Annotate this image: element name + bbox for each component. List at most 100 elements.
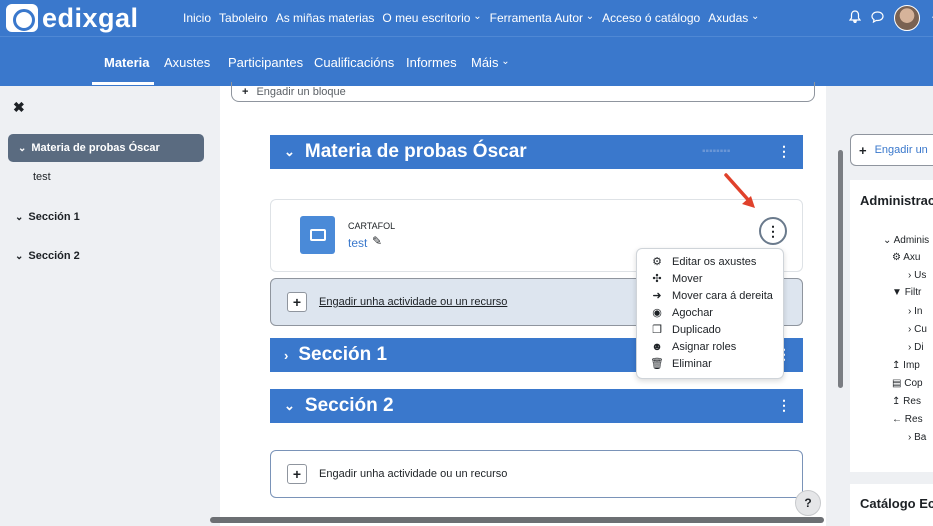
admin-block-title: Administrac — [860, 193, 933, 208]
add-block-button[interactable]: + Engadir un bloque — [231, 82, 815, 102]
chevron-right-icon[interactable]: › — [284, 348, 288, 363]
activity-actions-kebab-button[interactable]: ⋮ — [759, 217, 787, 245]
vertical-scrollbar[interactable] — [838, 150, 843, 388]
tab-cualificacions[interactable]: Cualificacións — [314, 55, 394, 70]
catalog-block-title: Catálogo Ec — [860, 496, 933, 511]
chevron-down-icon[interactable]: ⌄ — [284, 398, 295, 414]
menu-item-assign-roles[interactable]: ☻ Asignar roles — [637, 338, 785, 355]
edit-title-pencil-icon[interactable]: ✎ — [372, 234, 382, 248]
logo-mark-icon — [6, 4, 38, 32]
menu-item-label: Mover — [672, 272, 703, 285]
drawer-item-seccion-1[interactable]: ⌄ Sección 1 — [15, 211, 80, 223]
plus-icon: + — [242, 85, 249, 98]
activity-actions-menu: ⚙ Editar os axustes ✣ Mover ➜ Mover cara… — [636, 248, 784, 379]
section-title: Sección 2 — [304, 395, 394, 416]
horizontal-scrollbar[interactable] — [210, 517, 824, 523]
tab-axustes[interactable]: Axustes — [164, 55, 210, 70]
site-logo[interactable]: edixgal — [6, 2, 139, 34]
course-tabs: Materia Axustes Participantes Cualificac… — [0, 36, 933, 86]
section-menu-kebab-icon[interactable]: ⋮ — [777, 397, 791, 414]
nav-help[interactable]: Axudas — [708, 11, 759, 25]
tab-participantes[interactable]: Participantes — [228, 55, 303, 70]
section-title: Sección 1 — [298, 344, 388, 365]
tab-materia[interactable]: Materia — [104, 55, 150, 70]
section-header-general[interactable]: ⌄ Materia de probas Óscar ▪▪▪▪▪▪▪▪ ⋮ — [270, 135, 803, 169]
right-add-block-button[interactable]: + Engadir un — [850, 134, 933, 166]
nav-my-desk[interactable]: O meu escritorio — [382, 11, 481, 25]
add-activity-label: Engadir unha actividade ou un recurso — [319, 296, 508, 308]
admin-item-settings[interactable]: ⚙ Axu — [892, 252, 920, 263]
menu-item-label: Agochar — [672, 306, 713, 319]
user-avatar[interactable] — [894, 5, 920, 31]
copy-icon: ❐ — [652, 324, 662, 336]
administration-block: Administrac ⌄ Adminis ⚙ Axu › Us ▼ Filtr… — [850, 180, 933, 472]
menu-item-label: Editar os axustes — [672, 255, 757, 268]
section-header-seccion-2[interactable]: ⌄ Sección 2 ⋮ — [270, 389, 803, 423]
move-icon: ✣ — [652, 273, 662, 285]
menu-item-delete[interactable]: 🗑 Eliminar — [637, 355, 785, 372]
admin-item-root[interactable]: ⌄ Adminis — [883, 235, 929, 246]
drawer-item-label: Sección 2 — [28, 250, 80, 262]
trash-icon: 🗑 — [650, 358, 664, 370]
add-activity-button-seccion-2[interactable]: + Engadir unha actividade ou un recurso — [270, 450, 803, 498]
activity-name-link[interactable]: test — [348, 236, 367, 250]
right-add-block-label: Engadir un — [874, 144, 928, 156]
admin-item-reports[interactable]: › In — [908, 306, 922, 317]
menu-item-move-right[interactable]: ➜ Mover cara á dereita — [637, 287, 785, 304]
catalog-block: Catálogo Ec — [850, 484, 933, 526]
chevron-down-icon: ⌄ — [15, 212, 24, 223]
drawer-item-label: Materia de probas Óscar — [31, 142, 160, 154]
menu-item-label: Duplicado — [672, 323, 721, 336]
menu-item-duplicate[interactable]: ❐ Duplicado — [637, 321, 785, 338]
admin-item-bank[interactable]: › Ba — [908, 432, 926, 443]
menu-item-edit-settings[interactable]: ⚙ Editar os axustes — [637, 253, 785, 270]
menu-item-hide[interactable]: ◉ Agochar — [637, 304, 785, 321]
drawer-item-test[interactable]: test — [33, 171, 51, 183]
admin-item-restore[interactable]: ↥ Res — [892, 396, 921, 407]
nav-catalog-access[interactable]: Acceso ó catálogo — [602, 11, 700, 25]
annotation-arrow-icon — [724, 173, 755, 208]
admin-item-reset[interactable]: ← Res — [892, 414, 923, 425]
nav-inicio[interactable]: Inicio — [183, 11, 211, 25]
close-drawer-icon[interactable]: ✖ — [13, 99, 25, 116]
admin-item-users[interactable]: › Us — [908, 270, 926, 281]
admin-item-copy[interactable]: ▤ Cop — [892, 378, 923, 389]
messages-bubble-icon[interactable] — [871, 10, 884, 26]
admin-item-filters[interactable]: ▼ Filtr — [892, 287, 921, 298]
admin-item-badges[interactable]: › Di — [908, 342, 924, 353]
primary-nav: Inicio Taboleiro As miñas materias O meu… — [183, 0, 759, 36]
gear-icon: ⚙ — [892, 252, 901, 263]
drawer-item-label: Sección 1 — [28, 211, 80, 223]
nav-taboleiro[interactable]: Taboleiro — [219, 11, 268, 25]
drawer-item-course[interactable]: ⌄ Materia de probas Óscar — [8, 134, 204, 162]
notifications-bell-icon[interactable] — [848, 10, 862, 26]
menu-item-label: Asignar roles — [672, 340, 737, 353]
admin-item-import[interactable]: ↥ Imp — [892, 360, 920, 371]
plus-icon: + — [859, 142, 867, 158]
nav-author-tool[interactable]: Ferramenta Autor — [490, 11, 595, 25]
logo-text: edixgal — [42, 2, 139, 33]
arrow-left-icon: ← — [892, 414, 902, 425]
chevron-down-icon[interactable]: ⌄ — [284, 144, 295, 160]
folder-icon[interactable] — [300, 216, 335, 254]
menu-item-label: Mover cara á dereita — [672, 289, 773, 302]
drawer-item-seccion-2[interactable]: ⌄ Sección 2 — [15, 250, 80, 262]
chevron-down-icon: ⌄ — [18, 142, 27, 154]
filter-icon: ▼ — [892, 287, 902, 298]
admin-item-grades[interactable]: › Cu — [908, 324, 927, 335]
user-circle-icon: ☻ — [651, 340, 663, 353]
tab-mais[interactable]: Máis — [471, 55, 510, 70]
chevron-down-icon: ⌄ — [15, 251, 24, 262]
menu-item-label: Eliminar — [672, 357, 712, 370]
help-button[interactable]: ? — [795, 490, 821, 516]
eye-icon: ◉ — [652, 307, 662, 319]
tab-informes[interactable]: Informes — [406, 55, 457, 70]
user-tray: ⌄ — [848, 0, 933, 36]
gear-icon: ⚙ — [652, 256, 662, 268]
add-activity-label: Engadir unha actividade ou un recurso — [319, 468, 508, 480]
nav-my-courses[interactable]: As miñas materias — [276, 11, 375, 25]
section-menu-kebab-icon[interactable]: ⋮ — [777, 143, 791, 160]
menu-item-move[interactable]: ✣ Mover — [637, 270, 785, 287]
upload-icon: ↥ — [892, 360, 901, 371]
section-faded-action: ▪▪▪▪▪▪▪▪ — [702, 146, 731, 157]
